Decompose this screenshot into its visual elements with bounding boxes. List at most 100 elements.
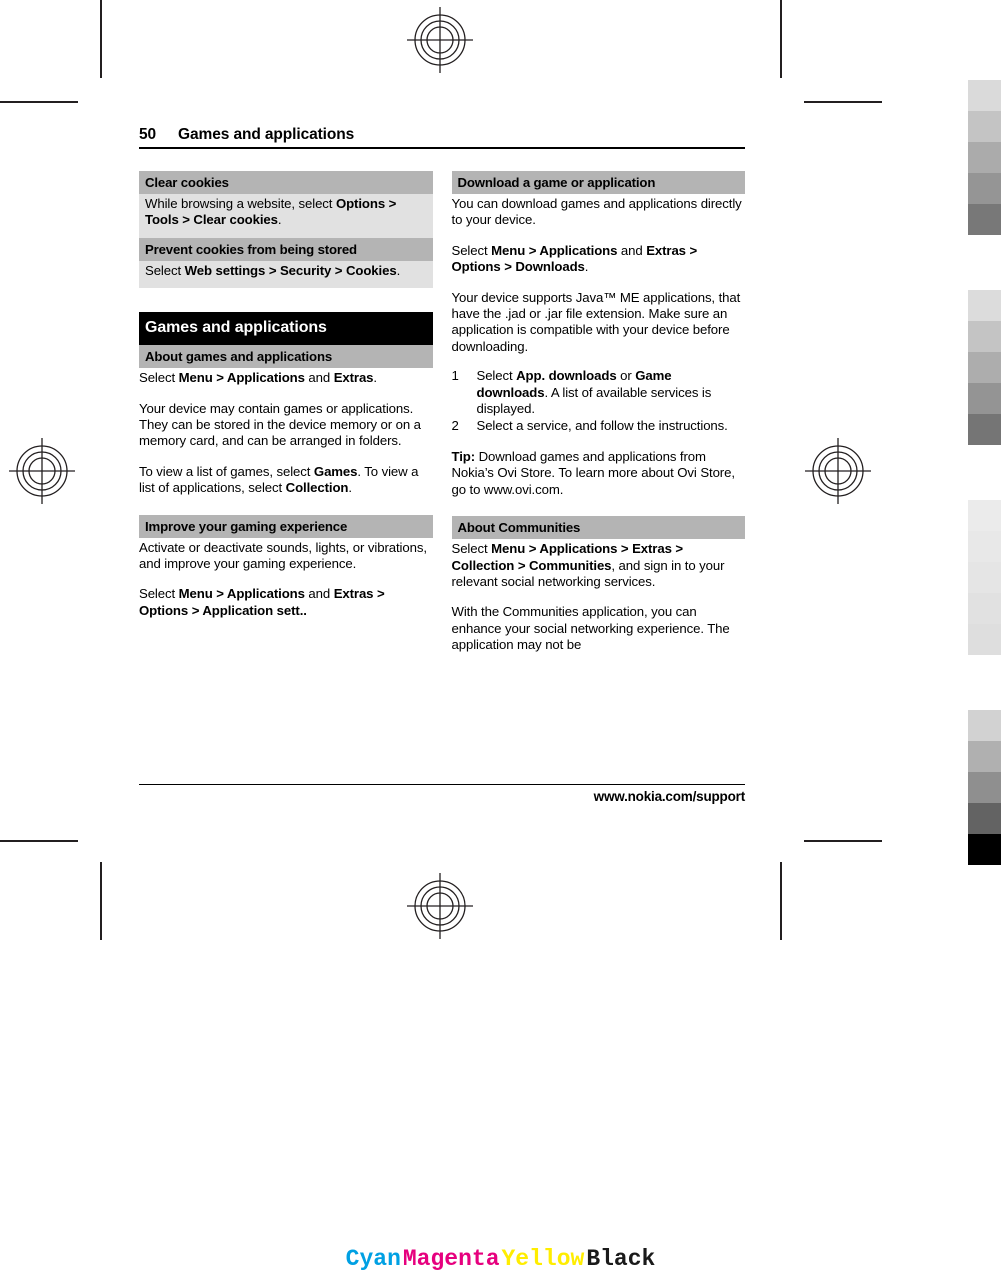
- emphasis-text: Games: [313, 463, 358, 479]
- crop-mark-bottom-right-vertical: [780, 862, 782, 940]
- step-text: Select App. downloads or Game downloads.…: [477, 368, 746, 417]
- page-number: 50: [139, 126, 157, 143]
- paragraph: Your device may contain games or applica…: [139, 401, 433, 450]
- body-text: or: [616, 368, 636, 384]
- two-column-layout: Clear cookies While browsing a website, s…: [139, 171, 745, 654]
- section-heading: Clear cookies: [139, 171, 433, 194]
- emphasis-text: Applications: [539, 541, 618, 557]
- emphasis-text: Menu: [491, 541, 526, 557]
- emphasis-text: Application sett..: [202, 602, 307, 618]
- grayscale-swatch: [968, 204, 1001, 235]
- emphasis-text: Extras: [333, 370, 374, 386]
- body-text: and: [304, 586, 334, 602]
- grayscale-group-0: [968, 80, 1001, 235]
- emphasis-text: >: [178, 212, 194, 228]
- emphasis-text: Menu: [178, 586, 213, 602]
- tip-paragraph: Tip: Download games and applications fro…: [452, 449, 746, 498]
- section-heading: Download a game or application: [451, 171, 745, 194]
- paragraph: Select Menu > Applications > Extras > Co…: [452, 541, 746, 590]
- body-text: Activate or deactivate sounds, lights, o…: [139, 539, 427, 572]
- emphasis-text: Extras: [333, 586, 374, 602]
- numbered-steps-list: 1 Select App. downloads or Game downloads…: [452, 368, 746, 435]
- emphasis-text: >: [525, 541, 540, 557]
- list-item: 2 Select a service, and follow the instru…: [452, 418, 746, 434]
- grayscale-swatch: [968, 290, 1001, 321]
- paragraph: Select Web settings > Security > Cookies…: [139, 263, 433, 279]
- body-text: Select: [139, 370, 179, 386]
- page-footer: www.nokia.com/support: [139, 784, 745, 804]
- section-heading: Improve your gaming experience: [139, 514, 433, 538]
- step-number: 1: [451, 368, 459, 384]
- step-number: 2: [451, 418, 459, 434]
- body-text: You can download games and applications …: [451, 196, 742, 228]
- emphasis-text: Tip:: [451, 448, 476, 464]
- body-text: Download games and applications from Nok…: [451, 448, 736, 497]
- paragraph: Select Menu > Applications and Extras > …: [139, 586, 433, 619]
- grayscale-swatch: [968, 531, 1001, 562]
- content-block: Download a game or application You can do…: [451, 171, 746, 498]
- grayscale-swatch: [968, 710, 1001, 741]
- plain-block: About Communities Select Menu > Applicati…: [451, 516, 746, 653]
- emphasis-text: Options: [335, 196, 386, 211]
- paragraph: Your device supports Java™ ME applicatio…: [452, 290, 746, 356]
- section-heading: Prevent cookies from being stored: [139, 237, 433, 261]
- cmyk-label-magenta: Magenta: [402, 1246, 500, 1272]
- body-text: Your device may contain games or applica…: [139, 400, 421, 449]
- grayscale-group-3: [968, 710, 1001, 865]
- grayscale-swatch: [968, 562, 1001, 593]
- column-right: Download a game or application You can do…: [451, 171, 746, 654]
- emphasis-text: Applications: [226, 586, 305, 602]
- crop-mark-top-right-horizontal: [804, 101, 882, 103]
- crop-mark-bottom-right-horizontal: [804, 840, 882, 842]
- emphasis-text: Cookies: [345, 262, 397, 278]
- column-left: Clear cookies While browsing a website, s…: [139, 171, 433, 654]
- footer-url: www.nokia.com/support: [593, 789, 746, 804]
- emphasis-text: >: [514, 557, 529, 573]
- grayscale-swatch: [968, 142, 1001, 173]
- body-text: Select: [451, 242, 492, 258]
- content-block: About Communities Select Menu > Applicati…: [451, 516, 746, 653]
- grayscale-swatch: [968, 741, 1001, 772]
- grayscale-swatch: [968, 624, 1001, 655]
- body-text: .: [348, 480, 352, 496]
- emphasis-text: Communities: [528, 557, 612, 573]
- body-text: Select: [145, 262, 185, 278]
- cmyk-color-bar: CyanMagentaYellowBlack: [0, 1246, 1001, 1272]
- emphasis-text: >: [685, 242, 698, 258]
- emphasis-text: Downloads: [515, 259, 585, 275]
- cmyk-label-black: Black: [586, 1246, 656, 1272]
- crop-mark-top-left-vertical: [100, 0, 102, 78]
- emphasis-text: Clear cookies: [193, 212, 278, 228]
- emphasis-text: Applications: [539, 242, 618, 258]
- emphasis-text: Web settings: [184, 262, 266, 278]
- emphasis-text: >: [331, 262, 346, 278]
- emphasis-text: Menu: [491, 242, 526, 258]
- grayscale-swatch: [968, 111, 1001, 142]
- emphasis-text: Applications: [226, 370, 305, 386]
- emphasis-text: Options: [451, 259, 501, 275]
- plain-block: Download a game or application You can do…: [451, 171, 746, 498]
- emphasis-text: Menu: [178, 370, 213, 386]
- registration-mark-right: [805, 438, 871, 504]
- emphasis-text: >: [385, 196, 397, 211]
- body-text: Select a service, and follow the instruc…: [476, 418, 728, 434]
- emphasis-text: >: [373, 586, 385, 602]
- cmyk-label-yellow: Yellow: [501, 1246, 585, 1272]
- crop-mark-top-left-horizontal: [0, 101, 78, 103]
- grayscale-swatch: [968, 834, 1001, 865]
- grayscale-swatch: [968, 500, 1001, 531]
- emphasis-text: Options: [139, 602, 189, 618]
- paragraph: You can download games and applications …: [452, 196, 746, 229]
- page-chapter-title: Games and applications: [178, 126, 355, 143]
- emphasis-text: Extras: [646, 242, 686, 258]
- body-text: To view a list of games, select: [139, 463, 314, 479]
- page-content: 50 Games and applications Clear cookies W…: [139, 126, 745, 654]
- body-text: While browsing a website, select: [145, 196, 336, 211]
- registration-mark-left: [9, 438, 75, 504]
- emphasis-text: >: [212, 370, 227, 386]
- body-text: and: [617, 242, 647, 258]
- emphasis-text: >: [617, 541, 633, 557]
- shaded-note-block: Prevent cookies from being stored Select …: [139, 237, 433, 289]
- shaded-note-block: Clear cookies While browsing a website, s…: [139, 171, 433, 238]
- section-heading: About Communities: [451, 516, 745, 540]
